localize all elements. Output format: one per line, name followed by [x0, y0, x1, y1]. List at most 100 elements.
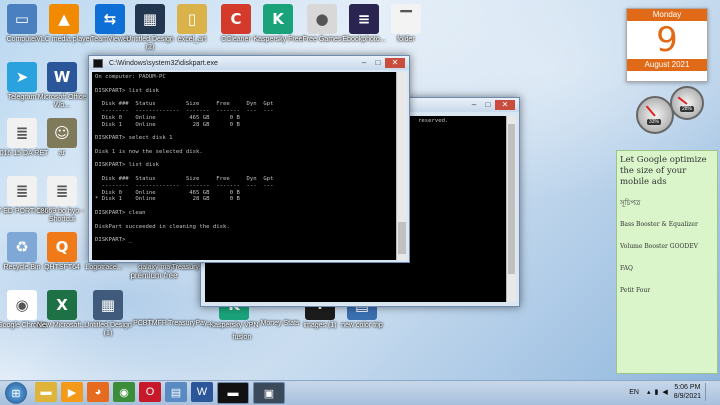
start-button[interactable]: ⊞: [5, 382, 27, 404]
scrollbar[interactable]: [506, 116, 516, 302]
network-icon[interactable]: ▮: [655, 388, 659, 396]
desktop-icon-qhtsft64[interactable]: Q QHTSFT64: [34, 232, 90, 272]
icon-label: Microsoft Office Wo...: [37, 94, 87, 109]
window-titlebar[interactable]: C:\Windows\system32\diskpart.exe – □ ✕: [89, 56, 409, 70]
console-line: DISKPART> list disk: [95, 162, 159, 169]
firefox-icon: ◕: [94, 386, 102, 398]
image-icon: ≡: [349, 4, 379, 34]
console-line: Disk 0 Online 465 GB 0 B: [95, 189, 240, 196]
app-icon: Q: [47, 232, 77, 262]
desktop: ▭ Computer ▲ VLC media player ⇆ TeamViewer ▦ Un…: [0, 0, 720, 380]
clock[interactable]: 5:06 PM 8/9/2021: [674, 383, 701, 401]
maximize-button[interactable]: □: [371, 58, 385, 68]
folder-icon: ▯: [177, 4, 207, 34]
desktop-icon-office-word[interactable]: W Microsoft Office Wo...: [34, 62, 90, 110]
recycle-bin-icon: ♻: [7, 232, 37, 262]
minimize-button[interactable]: –: [357, 58, 371, 68]
memory-gauge[interactable]: 28%: [670, 86, 704, 120]
desktop-icon-ar[interactable]: ☺ ar: [34, 118, 90, 158]
cpu-gauge[interactable]: 33%: [636, 96, 674, 134]
taskbar-chrome-button[interactable]: ◉: [113, 382, 135, 402]
taskbar-explorer-button[interactable]: ▬: [35, 382, 57, 402]
folder-icon: ▬: [40, 386, 52, 398]
cmd-icon: [93, 58, 103, 68]
volume-icon[interactable]: ◀: [662, 388, 667, 396]
computer-icon: ▭: [7, 4, 37, 34]
sticky-note[interactable]: Let Google optimize the size of your mob…: [616, 150, 718, 374]
console-line: -------- ------------- ------- ------- -…: [95, 107, 274, 114]
taskbar-cmd2-button[interactable]: ▣: [253, 382, 285, 404]
desktop-icon-premium[interactable]: premium free: [124, 270, 184, 280]
console-line: * Disk 1 Online 28 GB 0 B: [95, 196, 240, 203]
taskbar-cmd-button[interactable]: ▬: [217, 382, 249, 404]
icon-label: ar: [58, 150, 66, 157]
scrollbar-thumb[interactable]: [398, 222, 406, 254]
scrollbar-thumb[interactable]: [508, 124, 515, 274]
icon-label: Money Stats: [260, 320, 300, 327]
clock-time: 5:06 PM: [674, 384, 701, 391]
kaspersky-icon: K: [263, 4, 293, 34]
cmd-icon: ▬: [227, 387, 239, 399]
media-player-icon: ▶: [67, 386, 77, 399]
language-indicator[interactable]: EN: [629, 389, 639, 396]
taskbar-opera-button[interactable]: O: [139, 382, 161, 402]
gauge-percent: 33%: [647, 119, 662, 125]
minimize-button[interactable]: –: [467, 100, 481, 110]
note-item: FAQ: [620, 265, 633, 272]
console-line: Disk 0 Online 465 GB 0 B: [95, 114, 240, 121]
desktop-icon-pcbtmfr[interactable]: PCBTMFR: [132, 318, 168, 328]
show-desktop-button[interactable]: [705, 383, 714, 401]
icon-label: folder: [397, 36, 415, 43]
console-line: DISKPART> _: [95, 237, 133, 244]
taskbar-media-button[interactable]: ▶: [61, 382, 83, 402]
note-heading: সূচিপত্র: [620, 199, 641, 207]
cmd-window-diskpart[interactable]: C:\Windows\system32\diskpart.exe – □ ✕ O…: [88, 55, 410, 263]
maximize-button[interactable]: □: [481, 100, 495, 110]
close-button[interactable]: ✕: [385, 58, 405, 68]
tray-arrow-icon[interactable]: ▴: [647, 388, 651, 396]
calendar-gadget[interactable]: Monday 9 August 2021: [626, 8, 708, 82]
icon-label: PCBTMFR: [133, 320, 167, 327]
image-icon: ▦: [93, 290, 123, 320]
console-line: Disk 1 Online 28 GB 0 B: [95, 121, 240, 128]
note-title: Let Google optimize the size of your mob…: [620, 155, 707, 187]
taskbar-app-button[interactable]: ▤: [165, 382, 187, 402]
icon-label: new color trip: [341, 322, 383, 329]
console-line: Disk ### Status Size Free Dyn Gpt: [95, 175, 274, 182]
taskbar-word-button[interactable]: W: [191, 382, 213, 402]
desktop-icon-logotrace[interactable]: Logotrace...: [84, 262, 124, 272]
icon-label: TreasuryPay...: [168, 320, 213, 327]
desktop-icon-folder[interactable]: ▔ folder: [378, 4, 434, 44]
icon-label: Kaspersky VPN: [209, 322, 259, 329]
scrollbar[interactable]: [396, 72, 407, 260]
desktop-icon-8669-bo-hyo[interactable]: ≣ 8669 bo hyo - Shortcut: [34, 176, 90, 224]
close-button[interactable]: ✕: [495, 100, 515, 110]
note-item: Bass Booster & Equalizer: [620, 221, 698, 228]
gauge-needle: [645, 105, 656, 117]
icon-label: QHTSFT64: [44, 264, 80, 271]
desktop-icon-treasurypay[interactable]: TreasuryPay...: [168, 318, 213, 328]
taskbar-firefox-button[interactable]: ◕: [87, 382, 109, 402]
gauge-percent: 28%: [680, 106, 695, 112]
console-line: DISKPART> list disk: [95, 87, 159, 94]
desktop-icon-untitled-design-1[interactable]: ▦ Untitled Design (1): [80, 290, 136, 338]
console-output[interactable]: On computer: PADUM-PC DISKPART> list disk…: [92, 72, 396, 260]
console-line: Disk ### Status Size Free Dyn Gpt: [95, 101, 274, 108]
blank-icon: ▔: [391, 4, 421, 34]
note-item: Volume Booster GOODEV: [620, 243, 698, 250]
icon-label: premium free: [130, 271, 178, 280]
desktop-icon-money[interactable]: Money Stats: [258, 318, 302, 328]
cmd-icon: ▣: [263, 387, 275, 400]
desktop-icon-fusion[interactable]: fusion: [222, 332, 262, 342]
console-line: Disk 1 is now the selected disk.: [95, 148, 203, 155]
gauge-needle: [677, 96, 688, 105]
word-icon: W: [47, 62, 77, 92]
calendar-month-year: August 2021: [627, 59, 707, 71]
image-icon: ▦: [135, 4, 165, 34]
